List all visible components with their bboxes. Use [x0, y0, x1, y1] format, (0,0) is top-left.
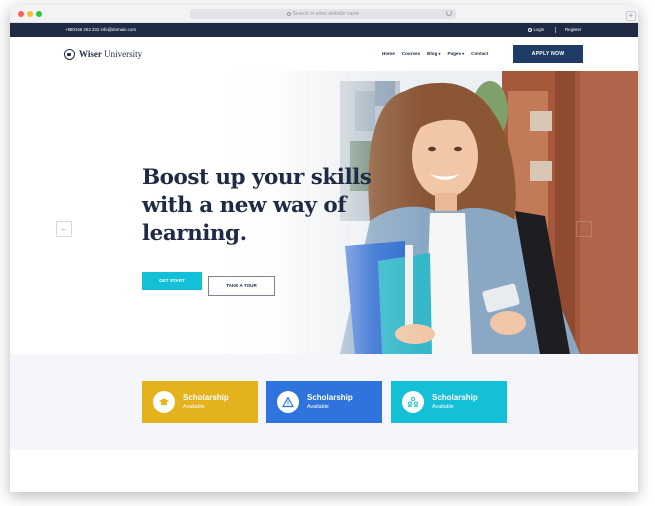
scholarship-card-2[interactable]: Scholarship Available: [266, 381, 382, 423]
nav-pages[interactable]: Pages: [448, 51, 465, 56]
slider-next-button[interactable]: →: [576, 221, 592, 237]
register-link[interactable]: Register: [565, 23, 581, 37]
warning-triangle-icon: [277, 391, 299, 413]
nav-courses[interactable]: Courses: [402, 51, 420, 56]
nav-home[interactable]: Home: [382, 51, 395, 56]
logo-bold: Wiser: [79, 49, 102, 59]
slider-prev-button[interactable]: ←: [56, 221, 72, 237]
get-start-button[interactable]: GET START: [142, 272, 202, 290]
hero-section: ← → Boost up your skills with a new way …: [10, 71, 638, 354]
address-bar[interactable]: Search or enter website name: [190, 9, 456, 19]
hero-heading-line-3: learning.: [142, 221, 247, 246]
user-icon: [528, 27, 532, 32]
hero-heading: Boost up your skills with a new way of l…: [142, 164, 372, 248]
card-subtitle: Available: [183, 404, 205, 410]
arrow-right-icon: →: [580, 224, 588, 233]
minimize-window-icon[interactable]: [27, 11, 33, 17]
main-nav: Home Courses Blog Pages Contact: [382, 51, 488, 56]
apply-now-button[interactable]: APPLY NOW: [513, 45, 583, 63]
site-logo[interactable]: Wiser University: [64, 48, 142, 60]
browser-window: Search or enter website name + +880166 2…: [10, 5, 638, 492]
close-window-icon[interactable]: [18, 11, 24, 17]
reload-icon[interactable]: [446, 10, 452, 16]
page-footer-space: [10, 450, 638, 492]
logo-text: Wiser University: [79, 49, 142, 59]
card-title: Scholarship: [307, 393, 353, 402]
features-section: Scholarship Available Scholarship Availa…: [10, 354, 638, 450]
browser-toolbar: Search or enter website name +: [10, 5, 638, 23]
card-title: Scholarship: [183, 393, 229, 402]
scholarship-card-3[interactable]: Scholarship Available: [391, 381, 507, 423]
scholarship-card-1[interactable]: Scholarship Available: [142, 381, 258, 423]
card-title: Scholarship: [432, 393, 478, 402]
login-link[interactable]: Login: [528, 23, 544, 37]
graduation-cap-icon: [153, 391, 175, 413]
new-tab-button[interactable]: +: [626, 11, 636, 21]
logo-rest: University: [101, 49, 143, 59]
search-icon: [286, 11, 291, 16]
maximize-window-icon[interactable]: [36, 11, 42, 17]
card-subtitle: Available: [432, 404, 454, 410]
arrow-left-icon: ←: [60, 224, 68, 233]
card-text: Scholarship Available: [432, 393, 478, 411]
card-text: Scholarship Available: [307, 393, 353, 411]
card-subtitle: Available: [307, 404, 329, 410]
nav-contact[interactable]: Contact: [471, 51, 488, 56]
site-header: Wiser University Home Courses Blog Pages…: [10, 37, 638, 71]
contact-info: +880166 253 232 info@domain.com: [65, 27, 136, 32]
take-a-tour-button[interactable]: TAKE A TOUR: [208, 276, 275, 296]
topbar-divider: [555, 27, 556, 33]
card-text: Scholarship Available: [183, 393, 229, 411]
nav-blog[interactable]: Blog: [427, 51, 440, 56]
login-label: Login: [533, 27, 545, 32]
people-icon: [402, 391, 424, 413]
shield-logo-icon: [64, 48, 75, 60]
address-bar-placeholder: Search or enter website name: [292, 11, 360, 17]
hero-heading-line-1: Boost up your skills: [142, 165, 372, 190]
top-bar: +880166 253 232 info@domain.com Login Re…: [10, 23, 638, 37]
hero-heading-line-2: with a new way of: [142, 193, 346, 218]
